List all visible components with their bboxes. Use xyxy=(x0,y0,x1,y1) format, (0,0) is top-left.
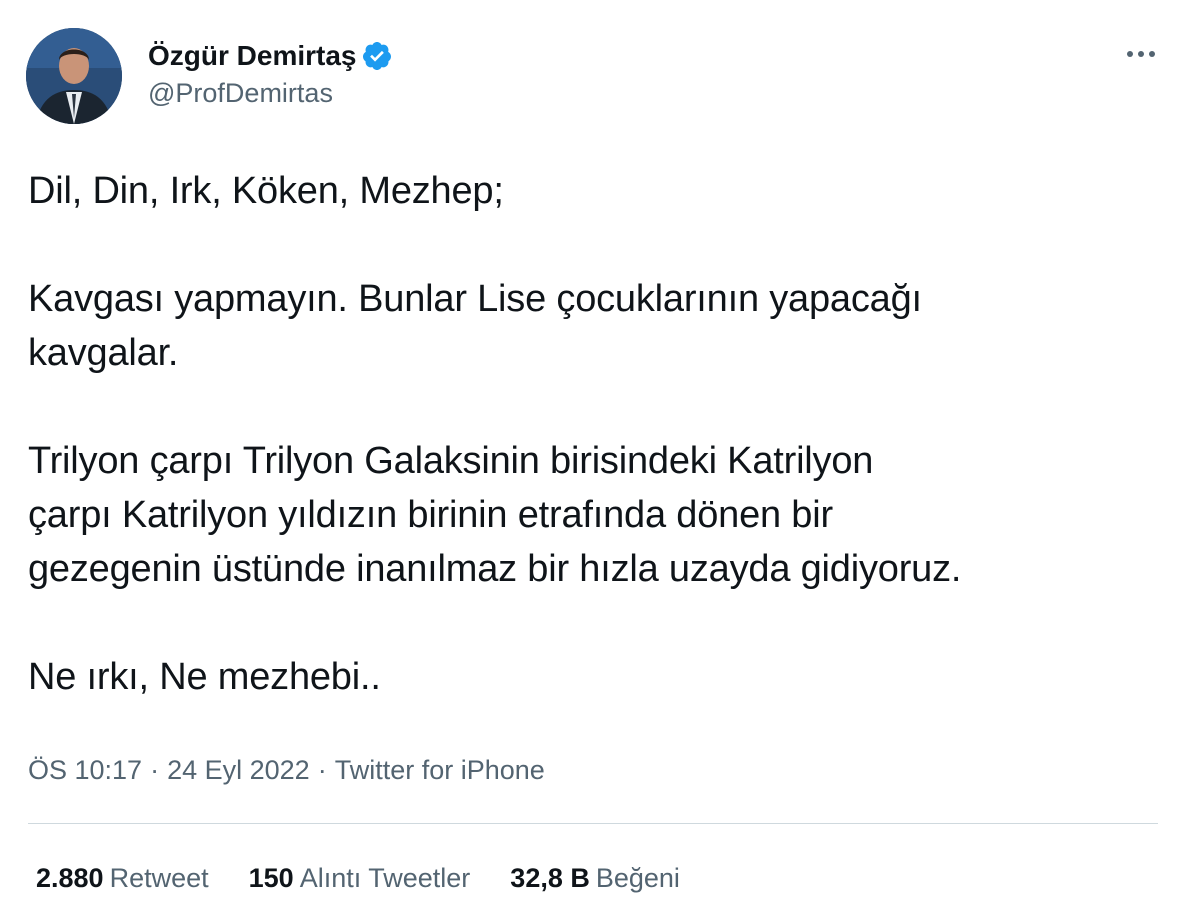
tweet-stats: 2.880 Retweet 150 Alıntı Tweetler 32,8 B Be… xyxy=(36,860,680,896)
tweet-time: ÖS 10:17 xyxy=(28,755,143,785)
stat-label: Beğeni xyxy=(595,863,680,893)
quote-tweet-count[interactable]: 150 Alıntı Tweetler xyxy=(249,860,471,896)
tweet-date: 24 Eyl 2022 xyxy=(167,755,310,785)
avatar[interactable] xyxy=(26,28,122,124)
divider xyxy=(28,823,1158,824)
author-info: Özgür Demirtaş @ProfDemirtas xyxy=(148,38,393,110)
meta-separator: · xyxy=(317,755,327,785)
tweet-source[interactable]: Twitter for iPhone xyxy=(335,755,545,785)
author-handle[interactable]: @ProfDemirtas xyxy=(148,76,393,110)
author-display-name[interactable]: Özgür Demirtaş xyxy=(148,38,357,74)
tweet-text: Dil, Din, Irk, Köken, Mezhep; Kavgası ya… xyxy=(28,170,962,698)
tweet-header: Özgür Demirtaş @ProfDemirtas xyxy=(26,28,1166,128)
meta-separator: · xyxy=(150,755,160,785)
stat-label: Retweet xyxy=(109,863,209,893)
tweet-meta: ÖS 10:17 · 24 Eyl 2022 · Twitter for iPhone xyxy=(28,752,545,788)
verified-badge-icon xyxy=(361,40,393,72)
stat-label: Alıntı Tweetler xyxy=(299,863,471,893)
retweet-count[interactable]: 2.880 Retweet xyxy=(36,860,209,896)
tweet-timestamp[interactable]: ÖS 10:17 · 24 Eyl 2022 xyxy=(28,755,310,785)
stat-value: 32,8 B xyxy=(510,863,590,893)
stat-value: 150 xyxy=(248,863,294,893)
stat-value: 2.880 xyxy=(36,863,104,893)
like-count[interactable]: 32,8 B Beğeni xyxy=(510,860,680,896)
profile-photo-icon xyxy=(26,28,122,124)
author-name-row[interactable]: Özgür Demirtaş xyxy=(148,38,393,74)
tweet-card: Özgür Demirtaş @ProfDemirtas Dil, Din, I… xyxy=(0,0,1188,922)
more-horizontal-icon[interactable] xyxy=(1124,44,1158,64)
